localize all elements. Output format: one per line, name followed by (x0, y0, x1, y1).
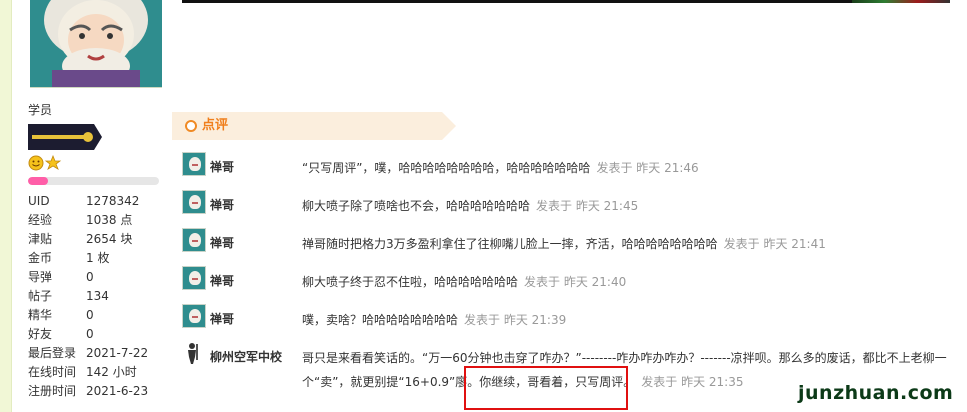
stat-value: 0 (86, 270, 94, 284)
stat-label: 帖子 (28, 289, 53, 303)
comment-author-link[interactable]: 禅哥 (210, 235, 234, 251)
stat-row: 金币 1 枚 (28, 249, 168, 268)
comment-body: 柳大喷子终于忍不住啦，哈哈哈哈哈哈哈 发表于 昨天 21:40 (302, 270, 957, 294)
comment-text: “只写周评”，噗，哈哈哈哈哈哈哈哈，哈哈哈哈哈哈哈 (302, 161, 591, 175)
comment-text: 柳大喷子终于忍不住啦，哈哈哈哈哈哈哈 (302, 275, 519, 289)
user-stats-list: UID 1278342 经验 1038 点津贴 2654 块金币 1 枚导弹 0 帖子 134 精… (28, 192, 168, 401)
stat-value[interactable]: 1278342 (86, 192, 168, 211)
stat-value: 1 枚 (86, 251, 110, 265)
comments-section-title: 点评 (202, 118, 229, 133)
comment-author-link[interactable]: 禅哥 (210, 197, 234, 213)
stat-row: 津贴 2654 块 (28, 230, 168, 249)
old-man-avatar-image (30, 0, 162, 87)
comment-body: 禅哥随时把格力3万多盈利拿住了往柳嘴儿脸上一摔，齐活，哈哈哈哈哈哈哈哈 发表于 昨… (302, 232, 957, 256)
stat-label: 导弹 (28, 270, 53, 284)
stat-row: 导弹 0 (28, 268, 168, 287)
commenter-avatar[interactable] (182, 304, 206, 328)
stat-value: 2654 块 (86, 232, 133, 246)
stat-row: 好友 0 (28, 325, 168, 344)
stat-row: 最后登录 2021-7-22 (28, 344, 168, 363)
commenter-avatar[interactable] (182, 190, 206, 214)
stat-row: 经验 1038 点 (28, 211, 168, 230)
comment-timestamp: 发表于 昨天 21:35 (641, 375, 744, 389)
comment-author-link[interactable]: 柳州空军中校 (210, 349, 282, 365)
comment-text: 柳大喷子除了喷啥也不会，哈哈哈哈哈哈哈 (302, 199, 531, 213)
stat-label: 金币 (28, 251, 53, 265)
stat-label: 最后登录 (28, 346, 77, 360)
stat-label: 经验 (28, 213, 53, 227)
comment-author-link[interactable]: 禅哥 (210, 311, 234, 327)
commenter-avatar[interactable] (182, 266, 206, 290)
stat-label: 精华 (28, 308, 53, 322)
stat-row: UID 1278342 (28, 192, 168, 211)
embedded-chart-image-bottom-edge (182, 0, 950, 3)
stat-label: 在线时间 (28, 365, 77, 379)
stat-value: 2021-6-23 (86, 384, 149, 398)
comment-text-line1: 哥只是来看看笑话的。“万一60分钟也击穿了咋办？”--------咋办咋办咋办？… (302, 351, 947, 365)
author-profile-panel: 学员 UID 1278342 经验 1038 点津贴 2654 块金币 1 枚导弹 0 帖子 1… (12, 0, 170, 412)
stat-row: 帖子 134 (28, 287, 168, 306)
stat-value: 1038 点 (86, 213, 133, 227)
stat-label: 好友 (28, 327, 53, 341)
stat-label: 注册时间 (28, 384, 77, 398)
comment-timestamp: 发表于 昨天 21:40 (524, 275, 627, 289)
stat-label: UID (28, 194, 50, 208)
soldier-icon[interactable] (182, 342, 202, 364)
commenter-avatar[interactable] (182, 152, 206, 176)
level-progress-bar (28, 177, 159, 185)
comment-body: 噗，卖啥？哈哈哈哈哈哈哈哈 发表于 昨天 21:39 (302, 308, 957, 332)
comment-text: 噗，卖啥？哈哈哈哈哈哈哈哈 (302, 313, 459, 327)
commenter-avatar[interactable] (182, 228, 206, 252)
comments-section-header: 点评 (172, 112, 462, 140)
site-watermark: junzhuan.com (798, 382, 954, 404)
level-progress-fill (28, 177, 48, 185)
stat-label: 津贴 (28, 232, 53, 246)
user-avatar[interactable] (30, 0, 162, 88)
stat-value: 0 (86, 327, 94, 341)
circle-icon (185, 120, 197, 132)
stat-row: 精华 0 (28, 306, 168, 325)
comment-author-link[interactable]: 禅哥 (210, 273, 234, 289)
comment-text: 禅哥随时把格力3万多盈利拿住了往柳嘴儿脸上一摔，齐活，哈哈哈哈哈哈哈哈 (302, 237, 718, 251)
comment-author-link[interactable]: 禅哥 (210, 159, 234, 175)
stat-row: 注册时间 2021-6-23 (28, 382, 168, 401)
medal-icons (28, 155, 62, 171)
rank-badge-icon (28, 124, 102, 150)
stat-value: 2021-7-22 (86, 346, 149, 360)
comment-timestamp: 发表于 昨天 21:46 (596, 161, 699, 175)
stat-row: 在线时间 142 小时 (28, 363, 168, 382)
comment-timestamp: 发表于 昨天 21:39 (464, 313, 567, 327)
red-highlight-box (464, 366, 628, 410)
stat-value: 142 小时 (86, 365, 137, 379)
left-sidebar-stripe (0, 0, 12, 412)
stat-value: 0 (86, 308, 94, 322)
comment-body: “只写周评”，噗，哈哈哈哈哈哈哈哈，哈哈哈哈哈哈哈 发表于 昨天 21:46 (302, 156, 957, 180)
comment-body: 柳大喷子除了喷啥也不会，哈哈哈哈哈哈哈 发表于 昨天 21:45 (302, 194, 957, 218)
stat-value: 134 (86, 289, 109, 303)
comment-timestamp: 发表于 昨天 21:41 (723, 237, 826, 251)
comment-timestamp: 发表于 昨天 21:45 (536, 199, 639, 213)
user-group-label: 学员 (28, 103, 53, 117)
